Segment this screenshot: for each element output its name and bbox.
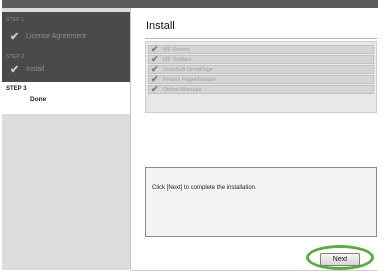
- title-divider: [145, 38, 377, 39]
- component-row: ✔ MF Drivers: [148, 44, 374, 54]
- step-1-block: STEP 1 ✔ License Agreement: [2, 12, 130, 52]
- step-1-name: License Agreement: [26, 33, 86, 40]
- check-icon: ✔: [151, 84, 159, 94]
- component-label: ScanSoft OmniPage: [163, 67, 213, 73]
- step-sidebar: STEP 1 ✔ License Agreement STEP 2 ✔ Inst…: [2, 8, 131, 270]
- next-button[interactable]: Next: [320, 253, 360, 266]
- main-panel: Install ✔ MF Drivers ✔ MF Toolbox ✔ Scan…: [131, 8, 378, 270]
- component-row: ✔ Presto! PageManager: [148, 74, 374, 84]
- status-message: Click [Next] to complete the installatio…: [152, 185, 257, 191]
- top-bar: [2, 0, 378, 8]
- step-1-check-icon: ✔: [10, 31, 20, 43]
- component-row: ✔ Online Manuals: [148, 84, 374, 94]
- component-label: MF Drivers: [163, 47, 190, 53]
- component-list: ✔ MF Drivers ✔ MF Toolbox ✔ ScanSoft Omn…: [145, 41, 377, 113]
- step-2-check-icon: ✔: [10, 64, 20, 76]
- footer-divider: [131, 270, 378, 271]
- component-row: ✔ ScanSoft OmniPage: [148, 64, 374, 74]
- step-3-name: Done: [30, 96, 47, 103]
- component-label: Presto! PageManager: [163, 77, 217, 83]
- component-row: ✔ MF Toolbox: [148, 54, 374, 64]
- step-2-name: Install: [26, 66, 45, 73]
- step-1-number: STEP 1: [6, 17, 25, 23]
- status-message-box: Click [Next] to complete the installatio…: [145, 167, 377, 237]
- component-label: Online Manuals: [163, 87, 202, 93]
- step-3-block: STEP 3 Done: [2, 82, 130, 114]
- step-3-number: STEP 3: [6, 86, 27, 92]
- component-label: MF Toolbox: [163, 57, 192, 63]
- step-2-block: STEP 2 ✔ Install: [2, 52, 130, 82]
- step-2-number: STEP 2: [6, 54, 25, 60]
- page-title: Install: [146, 20, 175, 32]
